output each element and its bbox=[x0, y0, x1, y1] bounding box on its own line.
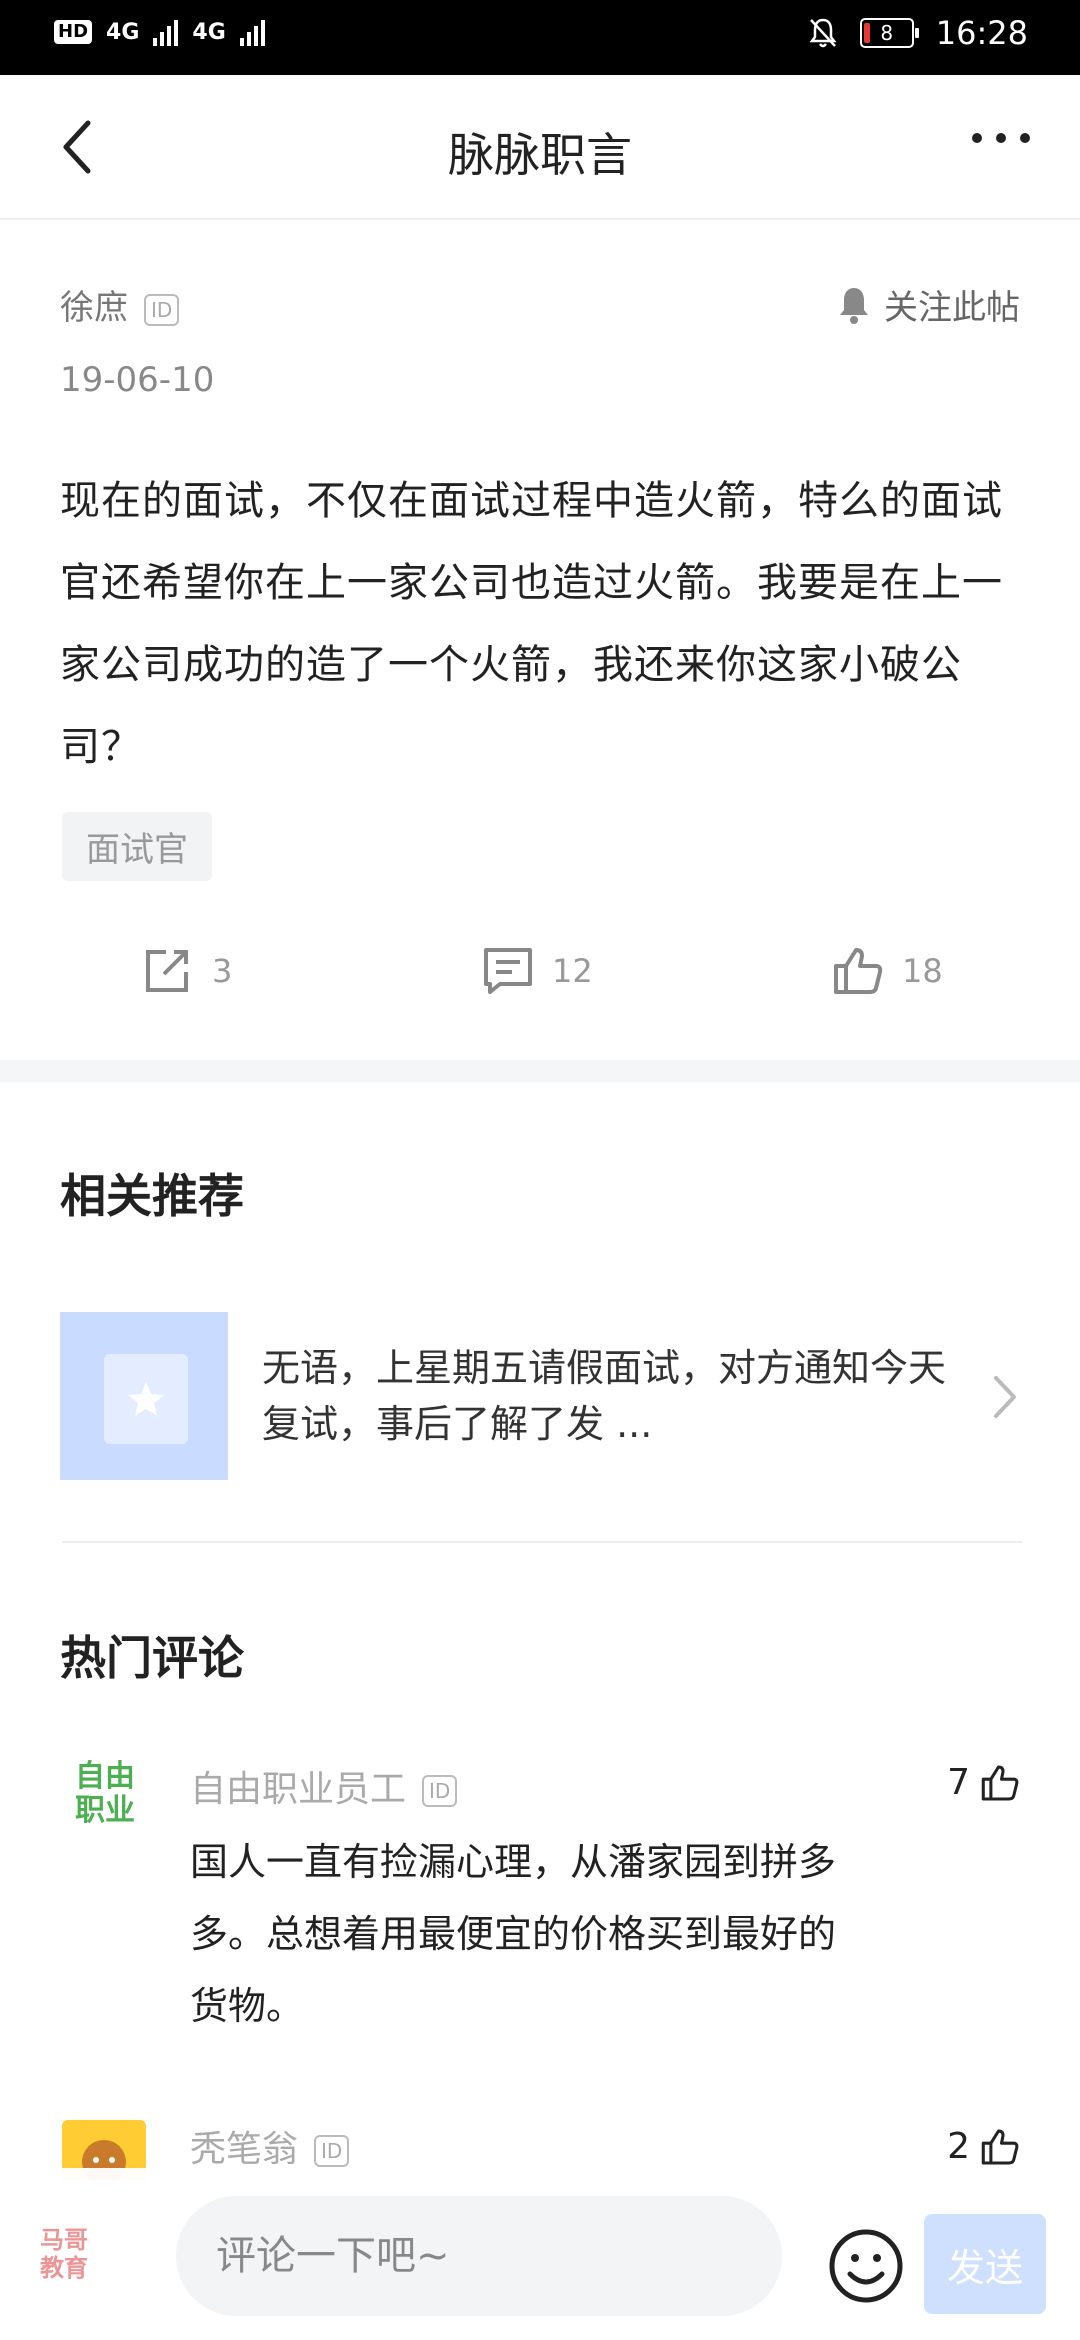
id-badge: ID bbox=[144, 293, 180, 326]
watermark: 马哥教育 bbox=[40, 2226, 88, 2282]
comment-like-button[interactable]: 2 bbox=[947, 2126, 1020, 2167]
post-author[interactable]: 徐庶 ID bbox=[60, 280, 180, 329]
comment-button[interactable]: 12 bbox=[482, 946, 593, 996]
comment-author[interactable]: 秃笔翁 ID bbox=[190, 2120, 350, 2172]
avatar[interactable]: 自由职业 bbox=[62, 1760, 148, 1846]
comment-count: 12 bbox=[552, 952, 593, 990]
signal-icon bbox=[153, 18, 179, 46]
follow-label: 关注此帖 bbox=[884, 288, 1020, 328]
comment-icon bbox=[484, 948, 532, 994]
more-icon[interactable] bbox=[972, 133, 1030, 143]
clock: 16:28 bbox=[935, 14, 1028, 52]
id-badge: ID bbox=[314, 2135, 350, 2167]
status-bar: HD 4G 4G 8 16:28 bbox=[0, 0, 1080, 75]
comment-author-name[interactable]: 秃笔翁 bbox=[190, 2129, 298, 2170]
thumbs-up-icon bbox=[834, 948, 883, 994]
document-icon bbox=[104, 1354, 188, 1444]
divider bbox=[62, 1541, 1022, 1543]
like-button[interactable]: 18 bbox=[832, 946, 943, 996]
thumbs-up-icon bbox=[981, 1765, 1019, 1800]
comment-author[interactable]: 自由职业员工 ID bbox=[190, 1760, 458, 1812]
comment-like-count: 2 bbox=[947, 2126, 970, 2167]
share-icon bbox=[146, 950, 188, 992]
comment-input[interactable] bbox=[176, 2196, 782, 2316]
comment-text: 国人一直有捡漏心理，从潘家园到拼多多。总想着用最便宜的价格买到最好的货物。 bbox=[190, 1840, 837, 2028]
share-count: 3 bbox=[212, 952, 233, 990]
post-content: 现在的面试，不仅在面试过程中造火箭，特么的面试官还希望你在上一家公司也造过火箭。… bbox=[60, 478, 1003, 770]
id-badge: ID bbox=[422, 1775, 458, 1807]
page-title: 脉脉职言 bbox=[448, 128, 632, 182]
send-button[interactable]: 发送 bbox=[924, 2214, 1046, 2314]
network-label-2: 4G bbox=[192, 19, 226, 45]
like-count: 18 bbox=[902, 952, 943, 990]
network-label-1: 4G bbox=[106, 19, 140, 45]
bell-icon bbox=[840, 287, 868, 324]
thumbs-up-icon bbox=[981, 2129, 1019, 2164]
battery-level: 8 bbox=[880, 21, 894, 45]
related-thumbnail[interactable] bbox=[60, 1312, 228, 1480]
comment-like-count: 7 bbox=[947, 1762, 970, 1803]
related-item-text[interactable]: 无语，上星期五请假面试，对方通知今天复试，事后了解了发 ... bbox=[262, 1340, 962, 1452]
emoji-icon[interactable] bbox=[828, 2228, 904, 2304]
hd-indicator: HD bbox=[54, 20, 93, 44]
mute-bell-icon bbox=[809, 18, 837, 48]
post-date: 19-06-10 bbox=[60, 360, 215, 400]
author-name[interactable]: 徐庶 bbox=[60, 288, 128, 328]
follow-post-button[interactable]: 关注此帖 bbox=[836, 280, 1020, 329]
comment-like-button[interactable]: 7 bbox=[947, 1762, 1020, 1803]
hot-comments-title: 热门评论 bbox=[60, 1631, 244, 1685]
battery-icon: 8 bbox=[859, 18, 919, 48]
post-tag[interactable]: 面试官 bbox=[62, 812, 212, 881]
comment-author-name[interactable]: 自由职业员工 bbox=[190, 1769, 406, 1810]
chevron-right-icon[interactable] bbox=[990, 1372, 1020, 1422]
signal-icon-2 bbox=[239, 18, 265, 46]
share-button[interactable]: 3 bbox=[142, 946, 232, 996]
section-divider bbox=[0, 1060, 1080, 1082]
related-section-title: 相关推荐 bbox=[60, 1169, 244, 1223]
navigation-bar: 脉脉职言 bbox=[0, 75, 1080, 220]
